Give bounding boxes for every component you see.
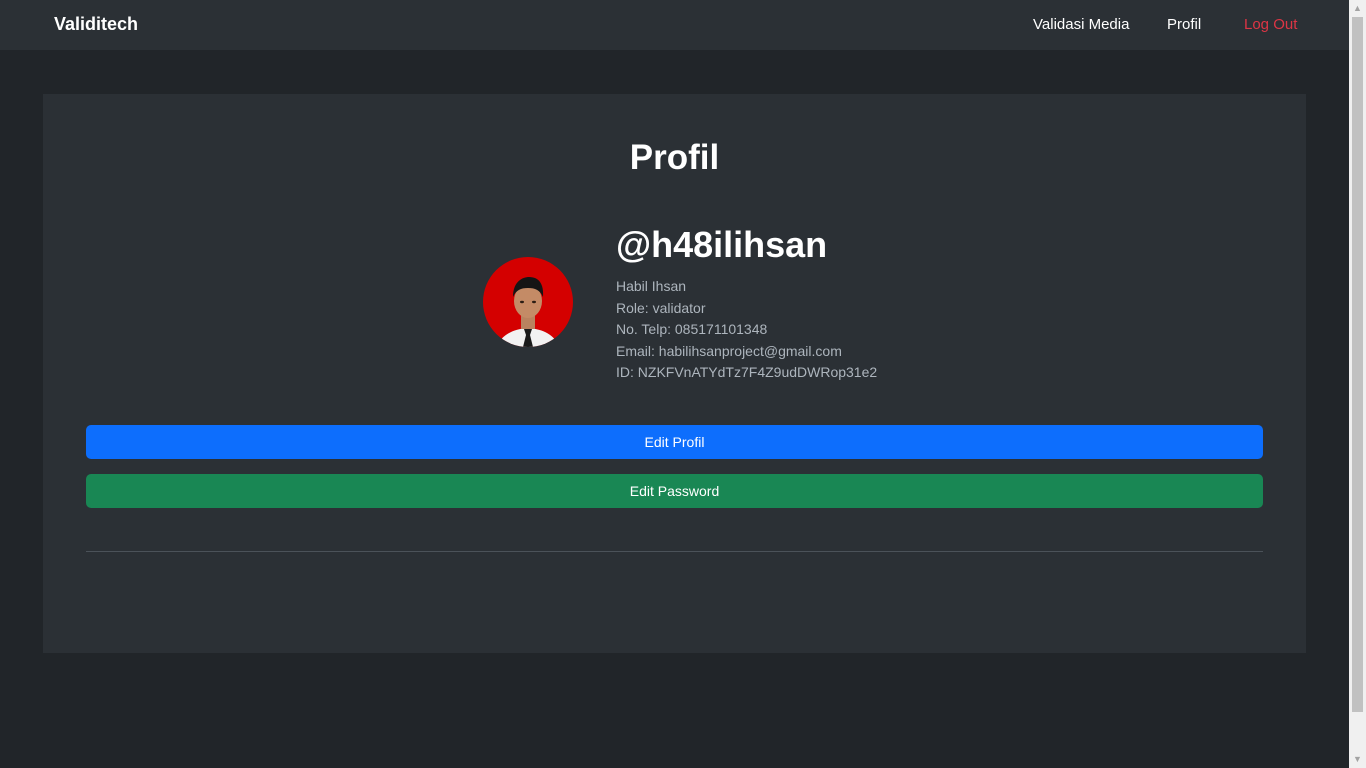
profile-role: Role: validator — [616, 299, 706, 316]
profile-email: Email: habilihsanproject@gmail.com — [616, 342, 842, 359]
brand-logo[interactable]: Validitech — [54, 14, 138, 35]
edit-profile-button[interactable]: Edit Profil — [86, 425, 1263, 459]
avatar — [483, 257, 573, 347]
vertical-scrollbar[interactable]: ▲ ▼ — [1349, 0, 1366, 768]
nav-link-profil[interactable]: Profil — [1167, 16, 1201, 33]
nav-link-logout[interactable]: Log Out — [1244, 16, 1297, 33]
nav-link-validasi-media[interactable]: Validasi Media — [1033, 16, 1129, 33]
profile-id: ID: NZKFVnATYdTz7F4Z9udDWRop31e2 — [616, 364, 878, 381]
avatar-photo-icon — [483, 257, 573, 347]
scroll-down-arrow-icon[interactable]: ▼ — [1349, 751, 1366, 768]
profile-name: Habil Ihsan — [616, 278, 687, 294]
profile-phone: No. Telp: 085171101348 — [616, 321, 768, 338]
top-navbar: Validitech Validasi Media Profil Log Out — [0, 0, 1349, 50]
scroll-thumb[interactable] — [1352, 17, 1363, 712]
scroll-up-arrow-icon[interactable]: ▲ — [1349, 0, 1366, 17]
page-title: Profil — [629, 138, 720, 177]
profile-info: Habil Ihsan Role: validator No. Telp: 08… — [616, 276, 877, 384]
edit-password-button[interactable]: Edit Password — [86, 474, 1263, 508]
divider — [86, 551, 1263, 552]
profile-card: Profil @h48ilihsan Habil Ihsan Role: val… — [43, 94, 1306, 653]
profile-username: @h48ilihsan — [616, 224, 828, 265]
